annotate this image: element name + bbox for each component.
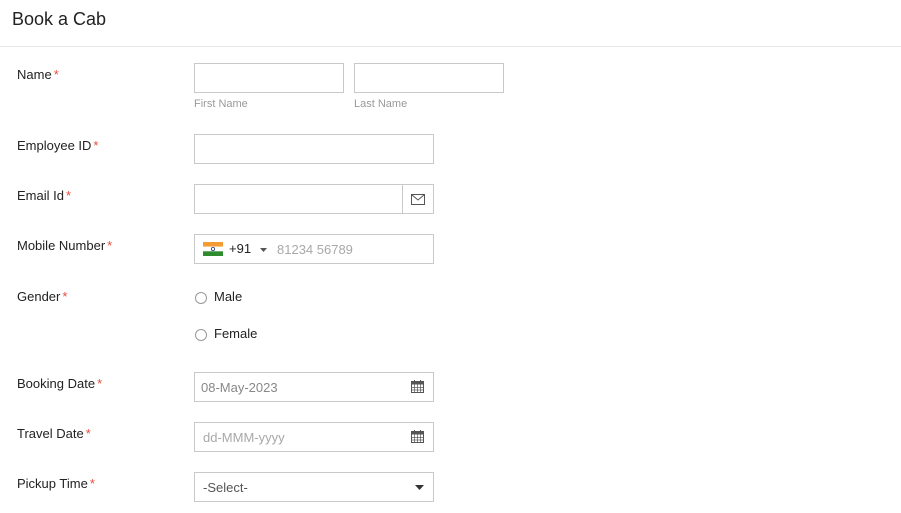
envelope-icon [402,185,433,213]
required-marker: * [85,426,91,441]
travel-date-label: Travel Date * [17,426,91,441]
mobile-placeholder: 81234 56789 [277,242,353,257]
mobile-label: Mobile Number * [17,238,112,253]
required-marker: * [62,289,68,304]
first-name-caption: First Name [194,98,248,110]
required-marker: * [53,67,59,82]
pickup-time-selected: -Select- [203,480,248,495]
caret-down-icon [415,485,424,490]
employee-id-input[interactable] [194,134,434,164]
gender-female-radio[interactable] [195,329,207,341]
calendar-icon[interactable] [411,380,424,393]
email-input[interactable] [194,184,434,214]
last-name-caption: Last Name [354,98,408,110]
caret-down-icon [260,248,267,252]
pickup-time-select[interactable]: -Select- [194,472,434,502]
required-marker: * [97,376,103,391]
form-header: Book a Cab [0,0,901,47]
pickup-time-label-text: Pickup Time [17,476,88,491]
gender-female-label[interactable]: Female [214,326,257,341]
employee-id-label-text: Employee ID [17,138,92,153]
calendar-icon[interactable] [411,430,424,443]
travel-date-label-text: Travel Date [17,426,84,441]
required-marker: * [89,476,95,491]
booking-date-label-text: Booking Date [17,376,96,391]
name-label: Name * [17,67,59,82]
required-marker: * [65,188,72,203]
email-label: Email Id * [17,188,71,203]
gender-male-label[interactable]: Male [214,289,242,304]
gender-male-radio[interactable] [195,292,207,304]
required-marker: * [93,138,99,153]
india-flag-icon [203,242,223,256]
pickup-time-label: Pickup Time * [17,476,95,491]
mobile-input[interactable]: +91 81234 56789 [194,234,434,264]
booking-date-input[interactable]: 08-May-2023 [194,372,434,402]
travel-date-input[interactable]: dd-MMM-yyyy [194,422,434,452]
country-code: +91 [229,241,252,256]
gender-label: Gender * [17,289,67,304]
booking-date-value: 08-May-2023 [201,380,278,395]
required-marker: * [107,238,113,253]
employee-id-label: Employee ID * [17,138,98,153]
booking-date-label: Booking Date * [17,376,102,391]
first-name-input[interactable] [194,63,344,93]
page-title: Book a Cab [12,9,107,29]
travel-date-placeholder: dd-MMM-yyyy [203,430,285,445]
email-label-text: Email Id [17,188,64,203]
last-name-input[interactable] [354,63,504,93]
mobile-label-text: Mobile Number [17,238,106,253]
name-label-text: Name [17,67,52,82]
gender-label-text: Gender [17,289,61,304]
